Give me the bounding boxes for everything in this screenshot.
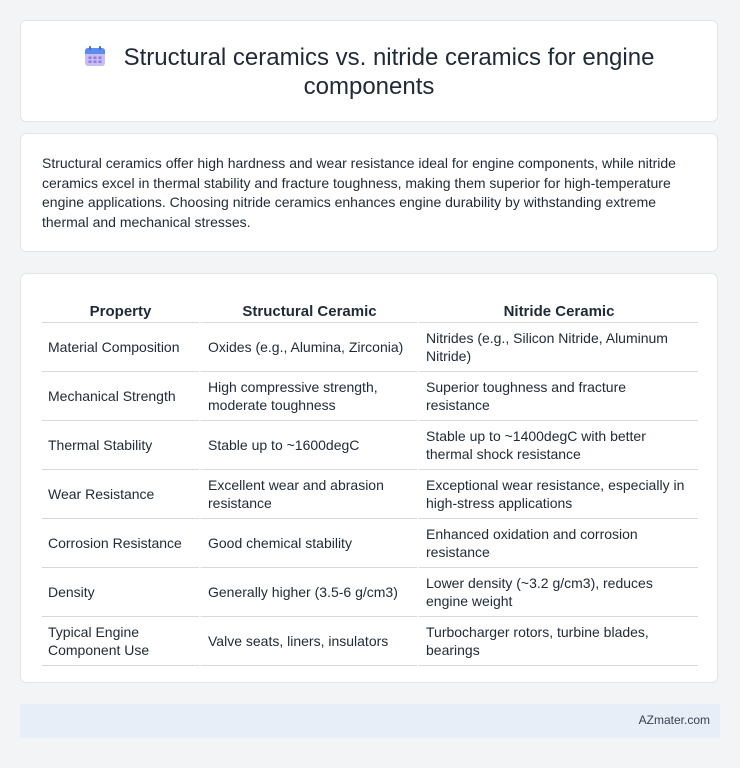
header-property: Property bbox=[42, 294, 199, 323]
calendar-icon bbox=[84, 46, 105, 66]
property-cell: Typical Engine Component Use bbox=[42, 617, 199, 666]
header-structural-ceramic: Structural Ceramic bbox=[199, 294, 417, 323]
table-row: Corrosion Resistance Good chemical stabi… bbox=[42, 519, 698, 568]
table-row: Density Generally higher (3.5-6 g/cm3) L… bbox=[42, 568, 698, 617]
structural-cell: Excellent wear and abrasion resistance bbox=[199, 470, 417, 519]
table-header-row: Property Structural Ceramic Nitride Cera… bbox=[42, 294, 698, 323]
footer-bar: AZmater.com bbox=[20, 704, 720, 738]
table-row: Thermal Stability Stable up to ~1600degC… bbox=[42, 421, 698, 470]
comparison-table: Property Structural Ceramic Nitride Cera… bbox=[42, 294, 698, 666]
property-cell: Thermal Stability bbox=[42, 421, 199, 470]
structural-cell: Valve seats, liners, insulators bbox=[199, 617, 417, 666]
structural-cell: Oxides (e.g., Alumina, Zirconia) bbox=[199, 323, 417, 372]
structural-cell: Stable up to ~1600degC bbox=[199, 421, 417, 470]
page-title: Structural ceramics vs. nitride ceramics… bbox=[123, 44, 655, 100]
property-cell: Density bbox=[42, 568, 199, 617]
nitride-cell: Enhanced oxidation and corrosion resista… bbox=[417, 519, 698, 568]
nitride-cell: Nitrides (e.g., Silicon Nitride, Aluminu… bbox=[417, 323, 698, 372]
summary-text: Structural ceramics offer high hardness … bbox=[42, 155, 676, 230]
structural-cell: Generally higher (3.5-6 g/cm3) bbox=[199, 568, 417, 617]
table-row: Typical Engine Component Use Valve seats… bbox=[42, 617, 698, 666]
page-title-container: Structural ceramics vs. nitride ceramics… bbox=[21, 43, 717, 101]
table-row: Material Composition Oxides (e.g., Alumi… bbox=[42, 323, 698, 372]
footer-brand[interactable]: AZmater.com bbox=[639, 713, 710, 727]
title-card: Structural ceramics vs. nitride ceramics… bbox=[20, 20, 718, 122]
property-cell: Mechanical Strength bbox=[42, 372, 199, 421]
summary-card: Structural ceramics offer high hardness … bbox=[20, 133, 718, 252]
comparison-card: Property Structural Ceramic Nitride Cera… bbox=[20, 273, 718, 683]
table-row: Mechanical Strength High compressive str… bbox=[42, 372, 698, 421]
property-cell: Corrosion Resistance bbox=[42, 519, 199, 568]
nitride-cell: Stable up to ~1400degC with better therm… bbox=[417, 421, 698, 470]
nitride-cell: Exceptional wear resistance, especially … bbox=[417, 470, 698, 519]
structural-cell: High compressive strength, moderate toug… bbox=[199, 372, 417, 421]
nitride-cell: Superior toughness and fracture resistan… bbox=[417, 372, 698, 421]
nitride-cell: Turbocharger rotors, turbine blades, bea… bbox=[417, 617, 698, 666]
table-row: Wear Resistance Excellent wear and abras… bbox=[42, 470, 698, 519]
structural-cell: Good chemical stability bbox=[199, 519, 417, 568]
header-nitride-ceramic: Nitride Ceramic bbox=[417, 294, 698, 323]
property-cell: Material Composition bbox=[42, 323, 199, 372]
property-cell: Wear Resistance bbox=[42, 470, 199, 519]
nitride-cell: Lower density (~3.2 g/cm3), reduces engi… bbox=[417, 568, 698, 617]
